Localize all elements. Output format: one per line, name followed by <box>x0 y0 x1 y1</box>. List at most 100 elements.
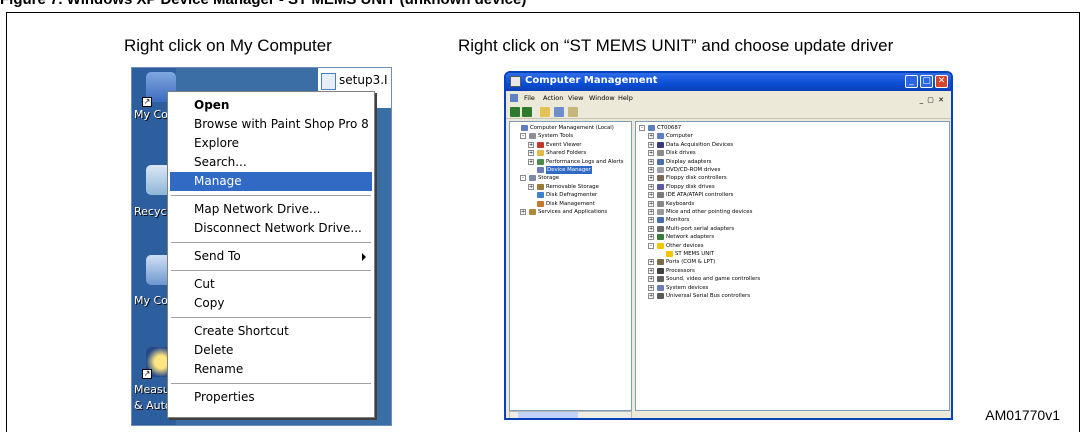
expand-icon[interactable]: + <box>528 158 534 165</box>
tree-label: Removable Storage <box>546 183 599 190</box>
expand-icon[interactable]: + <box>648 217 654 224</box>
properties-icon[interactable] <box>568 107 578 117</box>
display-adapter-icon <box>657 158 664 165</box>
tree-label: ST MEMS UNIT <box>675 251 715 257</box>
removable-storage-icon <box>537 183 544 190</box>
expand-icon[interactable]: + <box>648 284 654 291</box>
tree-label: Display adapters <box>666 158 712 165</box>
expand-icon[interactable]: + <box>648 192 654 199</box>
expand-icon[interactable]: + <box>648 234 654 241</box>
menu-action[interactable]: Action <box>543 91 563 105</box>
menu-item-cut[interactable]: Cut <box>170 275 372 294</box>
expand-icon[interactable]: + <box>528 183 534 190</box>
network-icon <box>657 234 664 241</box>
window-title: Computer Management <box>525 75 658 86</box>
title-bar[interactable]: Computer Management _ ▢ ✕ <box>506 73 951 91</box>
menu-item-browse-with-paint-shop-pro-8[interactable]: Browse with Paint Shop Pro 8 <box>170 115 372 134</box>
usb-icon <box>657 293 664 299</box>
up-folder-icon[interactable] <box>540 107 550 117</box>
tree-label: Multi-port serial adapters <box>666 225 735 232</box>
shortcut-arrow-icon: ↗ <box>142 97 152 107</box>
expand-icon[interactable]: + <box>648 267 654 274</box>
controller-icon <box>657 175 664 182</box>
collapse-icon[interactable]: - <box>648 242 654 249</box>
expand-icon[interactable]: + <box>648 183 654 190</box>
tree-label: Disk drives <box>666 150 696 157</box>
console-tree-pane[interactable]: Computer Management (Local) - System Tools… <box>509 121 632 411</box>
menu-item-open[interactable]: Open <box>170 96 372 115</box>
expand-icon[interactable]: + <box>648 141 654 148</box>
monitor-icon <box>657 217 664 224</box>
menu-item-disconnect-network-drive[interactable]: Disconnect Network Drive... <box>170 219 372 238</box>
figure-heading: Figure 7. Windows XP Device Manager - ST… <box>0 0 526 8</box>
tree-label: Device Manager <box>546 166 592 175</box>
forward-icon[interactable] <box>522 107 532 117</box>
expand-icon[interactable]: + <box>520 209 526 215</box>
app-menu-icon[interactable] <box>510 94 518 102</box>
menu-item-map-network-drive[interactable]: Map Network Drive... <box>170 200 372 219</box>
maximize-icon[interactable]: ▢ <box>920 75 933 88</box>
menu-separator <box>171 270 371 271</box>
menu-item-send-to[interactable]: Send To <box>170 247 372 266</box>
expand-icon[interactable]: + <box>648 293 654 299</box>
serial-icon <box>657 225 664 232</box>
tree-label: DVD/CD-ROM drives <box>666 167 721 173</box>
figure-heading-strip: Figure 7. Windows XP Device Manager - ST… <box>0 0 1080 12</box>
disk-management-icon <box>537 200 544 207</box>
services-icon <box>529 209 536 215</box>
expand-icon[interactable]: + <box>528 150 534 157</box>
expand-icon[interactable]: + <box>648 225 654 232</box>
tree-label: System devices <box>666 284 709 291</box>
expand-icon[interactable]: + <box>648 167 654 173</box>
submenu-arrow-icon <box>362 253 366 261</box>
expand-icon[interactable]: + <box>648 209 654 215</box>
menu-item-copy[interactable]: Copy <box>170 294 372 313</box>
collapse-icon[interactable]: - <box>639 125 645 131</box>
menu-item-rename[interactable]: Rename <box>170 360 372 379</box>
menu-file[interactable]: File <box>524 91 535 105</box>
computer-icon <box>521 125 528 131</box>
menu-item-create-shortcut[interactable]: Create Shortcut <box>170 322 372 341</box>
setup-file-icon <box>321 73 336 90</box>
tree-label: CT00687 <box>657 125 682 131</box>
tree-label: Network adapters <box>666 234 715 241</box>
menu-item-manage[interactable]: Manage <box>170 172 372 191</box>
unknown-device-icon <box>657 242 664 249</box>
menu-view[interactable]: View <box>568 91 583 105</box>
expand-icon[interactable]: + <box>648 150 654 157</box>
horizontal-scrollbar[interactable] <box>509 411 632 418</box>
expand-icon[interactable]: + <box>648 133 654 140</box>
expand-icon[interactable]: + <box>648 158 654 165</box>
ide-icon <box>657 192 664 199</box>
menu-item-search[interactable]: Search... <box>170 153 372 172</box>
expand-icon[interactable]: + <box>648 276 654 283</box>
tree-label: Storage <box>538 175 560 182</box>
show-tree-icon[interactable] <box>554 107 564 117</box>
menu-item-delete[interactable]: Delete <box>170 341 372 360</box>
expand-icon[interactable]: + <box>648 175 654 182</box>
menu-item-properties[interactable]: Properties <box>170 388 372 407</box>
close-icon[interactable]: ✕ <box>935 75 948 88</box>
tree-label: Monitors <box>666 217 690 224</box>
menu-separator <box>171 383 371 384</box>
expand-icon[interactable]: + <box>528 141 534 148</box>
menu-help[interactable]: Help <box>618 91 633 105</box>
tree-label: Computer <box>666 133 693 140</box>
unknown-device-icon <box>666 251 673 257</box>
scrollbar-thumb[interactable] <box>518 412 578 418</box>
collapse-icon[interactable]: - <box>520 133 526 140</box>
menu-item-explore[interactable]: Explore <box>170 134 372 153</box>
collapse-icon[interactable]: - <box>520 175 526 182</box>
right-caption: Right click on “ST MEMS UNIT” and choose… <box>458 36 894 55</box>
device-tree-pane[interactable]: - CT00687 + Computer + Data Acquisition Devic… <box>635 121 950 411</box>
expand-icon[interactable]: + <box>648 259 654 266</box>
expand-icon[interactable]: + <box>648 200 654 207</box>
tree-label: Data Acquisition Devices <box>666 141 734 148</box>
menu-window[interactable]: Window <box>589 91 615 105</box>
data-acquisition-icon <box>657 141 664 148</box>
minimize-icon[interactable]: _ <box>905 75 918 88</box>
computer-management-window: Computer Management _ ▢ ✕ File Action Vi… <box>504 71 953 420</box>
back-icon[interactable] <box>510 107 520 117</box>
tree-label: Services and Applications <box>538 209 608 215</box>
cdrom-icon <box>657 167 664 173</box>
